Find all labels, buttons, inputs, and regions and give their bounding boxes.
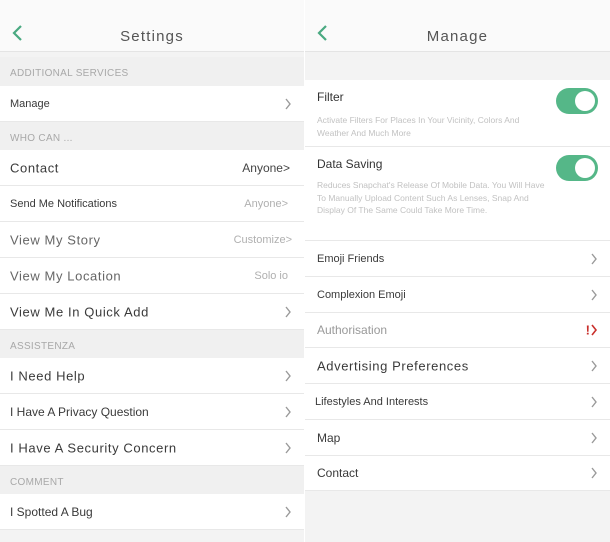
contact-value: Anyone> [242, 160, 290, 175]
data-saving-toggle[interactable] [556, 155, 598, 181]
filter-toggle[interactable] [556, 88, 598, 114]
data-saving-title: Data Saving [317, 157, 383, 171]
chevron-right-icon [591, 289, 597, 300]
manage-row[interactable]: Manage [0, 86, 304, 122]
need-help-row[interactable]: I Need Help [0, 358, 304, 394]
send-notifications-label: Send Me Notifications [10, 197, 117, 210]
settings-panel: Settings ADDITIONAL SERVICES Manage WHO … [0, 0, 304, 542]
chevron-right-icon [591, 253, 597, 264]
page-title: Settings [120, 28, 184, 45]
filter-description: Activate Filters For Places In Your Vici… [317, 115, 520, 138]
quick-add-label: View Me In Quick Add [10, 304, 149, 319]
view-location-value: Solo io [254, 269, 288, 282]
send-notifications-value: Anyone> [244, 197, 288, 210]
authorisation-row[interactable]: Authorisation ! [305, 313, 610, 348]
contact-label: Contact [10, 160, 60, 175]
need-help-label: I Need Help [10, 368, 86, 383]
quick-add-row[interactable]: View Me In Quick Add [0, 294, 304, 330]
view-story-row[interactable]: View My Story Customize> [0, 222, 304, 258]
chevron-right-icon [285, 306, 291, 317]
manage-header: Manage [305, 0, 610, 52]
manage-label: Manage [10, 97, 50, 110]
spotted-bug-label: I Spotted A Bug [10, 504, 93, 519]
toggle-knob [575, 91, 595, 111]
chevron-right-icon [285, 506, 291, 517]
emoji-friends-row[interactable]: Emoji Friends [305, 241, 610, 277]
contact-row[interactable]: Contact [305, 456, 610, 491]
lifestyles-label: Lifestyles And Interests [315, 395, 429, 408]
map-row[interactable]: Map [305, 420, 610, 456]
chevron-right-icon [591, 467, 597, 479]
spotted-bug-row[interactable]: I Spotted A Bug [0, 494, 304, 530]
toggle-knob [575, 158, 595, 178]
authorisation-label: Authorisation [317, 323, 388, 337]
security-concern-label: I Have A Security Concern [10, 440, 177, 455]
section-additional-services: ADDITIONAL SERVICES [0, 57, 304, 89]
view-location-row[interactable]: View My Location Solo io [0, 258, 304, 294]
contact-row[interactable]: Contact Anyone> [0, 150, 304, 186]
chevron-right-icon [591, 432, 597, 443]
filter-title: Filter [317, 90, 344, 104]
view-story-label: View My Story [10, 232, 101, 247]
filter-setting: Filter Activate Filters For Places In Yo… [305, 80, 610, 147]
advertising-preferences-row[interactable]: Advertising Preferences [305, 348, 610, 384]
chevron-right-icon [285, 98, 291, 109]
privacy-question-label: I Have A Privacy Question [10, 404, 149, 419]
security-concern-row[interactable]: I Have A Security Concern [0, 430, 304, 466]
settings-header: Settings [0, 0, 304, 52]
manage-panel: Manage Filter Activate Filters For Place… [305, 0, 610, 542]
emoji-friends-label: Emoji Friends [317, 252, 385, 265]
data-saving-description: Reduces Snapchat's Release Of Mobile Dat… [317, 180, 545, 215]
chevron-right-icon [285, 406, 291, 417]
view-location-label: View My Location [10, 268, 122, 283]
chevron-right-icon [285, 370, 291, 381]
chevron-right-icon [591, 360, 597, 371]
lifestyles-row[interactable]: Lifestyles And Interests [305, 384, 610, 420]
complexion-emoji-row[interactable]: Complexion Emoji [305, 277, 610, 313]
page-title: Manage [426, 28, 489, 45]
view-story-value: Customize> [233, 233, 292, 246]
contact-label: Contact [317, 466, 359, 480]
privacy-question-row[interactable]: I Have A Privacy Question [0, 394, 304, 430]
chevron-right-icon [591, 396, 597, 407]
chevron-right-icon [285, 442, 291, 453]
data-saving-setting: Data Saving Reduces Snapchat's Release O… [305, 147, 610, 241]
chevron-right-icon [591, 324, 598, 336]
complexion-emoji-label: Complexion Emoji [317, 288, 406, 301]
map-label: Map [317, 430, 341, 445]
advertising-preferences-label: Advertising Preferences [317, 358, 469, 373]
send-notifications-row[interactable]: Send Me Notifications Anyone> [0, 186, 304, 222]
